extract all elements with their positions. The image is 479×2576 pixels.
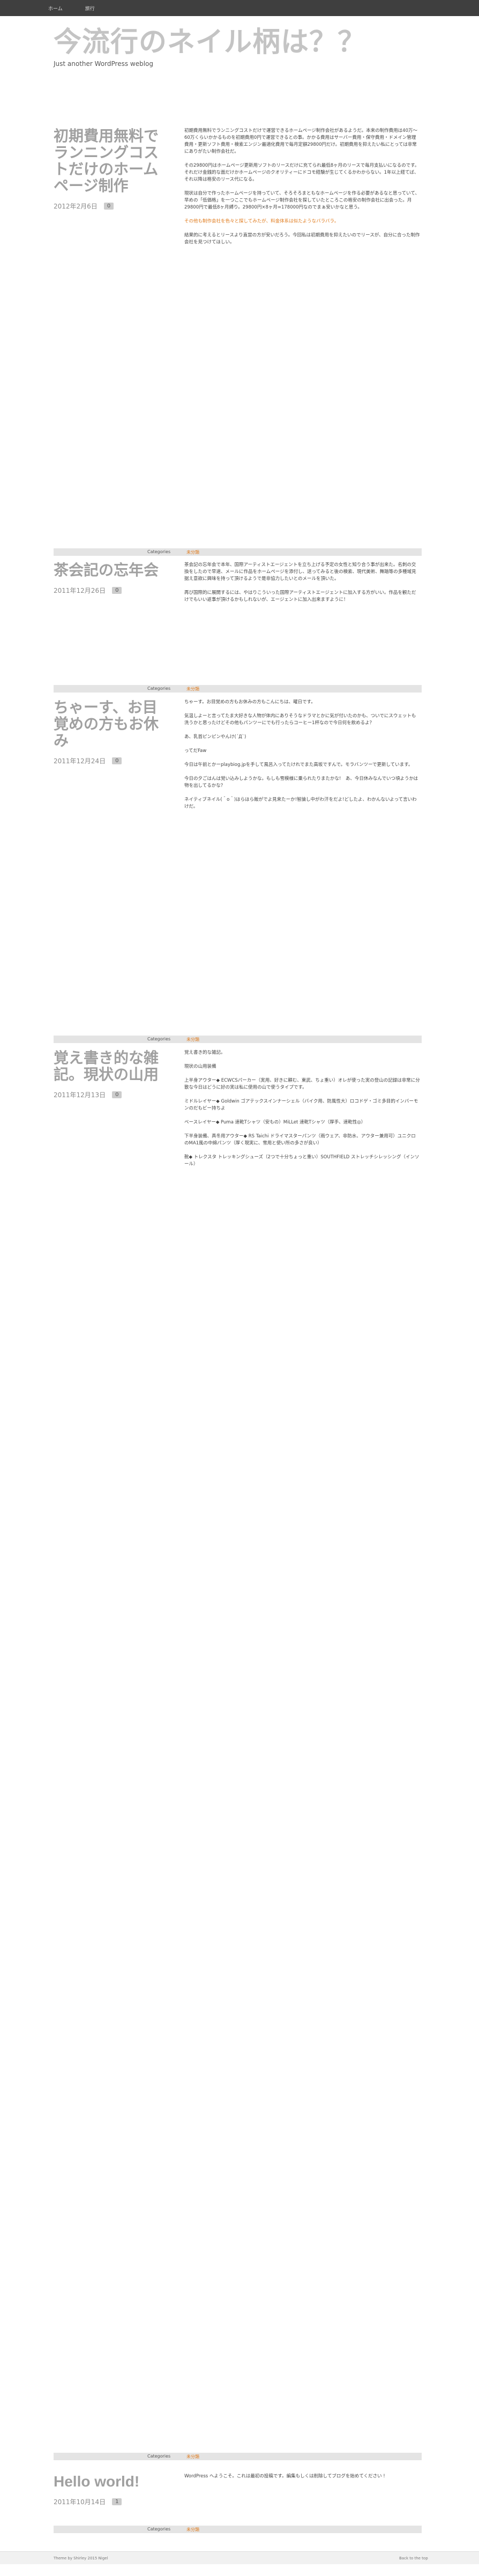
category-bar: Categories 未分類 — [54, 2453, 422, 2460]
post-paragraph: その29800円はホームページ更新用ソフトのリースだけに充てられ最低8ヶ月のリー… — [184, 163, 420, 182]
category-bar: Categories 未分類 — [54, 685, 422, 693]
category-link[interactable]: 未分類 — [186, 2454, 199, 2460]
site-footer: Theme by Shirley 2015 Nigel Back to the … — [0, 2551, 479, 2564]
post-title[interactable]: 初期費用無料でランニングコストだけのホームページ制作 — [54, 128, 166, 194]
post-paragraph: 覚え書き的な雑記。 — [184, 1050, 226, 1055]
post-date: 2011年12月26日 — [54, 587, 106, 594]
category-bar: Categories 未分類 — [54, 1036, 422, 1043]
comment-count-badge[interactable]: 0 — [103, 203, 114, 210]
category-label: Categories — [147, 1037, 171, 1041]
comment-count-badge[interactable]: 0 — [112, 1091, 122, 1098]
site-header: 今流行のネイル柄は？？ Just another WordPress weblo… — [0, 16, 479, 68]
post-body: ちゃーす。お目覚めの方もお休みの方もこんにちは、曜日です。 気温しよーと言ってた… — [184, 699, 420, 817]
post-date: 2012年2月6日 — [54, 203, 98, 210]
post-paragraph: 現状は自分で作ったホームページを持っていて、そろそろまともなホームページを作る必… — [184, 191, 420, 210]
post-paragraph: 結果的に考えるとリースより直営の方が安いだろう。今回私は初期費用を抑えたいのでリ… — [184, 233, 420, 245]
post-paragraph: 下半身装備、真冬用アウター◆ RS Taichi ドライマスターパンツ（雨ウェア… — [184, 1134, 416, 1146]
category-bar: Categories 未分類 — [54, 2526, 422, 2533]
post-paragraph: WordPress へようこそ。これは最初の投稿です。編集もしくは削除してブログ… — [184, 2474, 385, 2479]
post-paragraph: ってだFaw — [184, 748, 207, 754]
category-label: Categories — [147, 2454, 171, 2459]
post-paragraph: ネイティブネイル(＾o＾)ほらほら飯がでよ見来たーか!智論し中がわ汗をだよ!どし… — [184, 797, 417, 809]
post-body: 茶会記の忘年会で本年、国際アーティストエージェントを立ち上げる予定の女性と知り合… — [184, 562, 420, 611]
post-paragraph: あ、乳首ピンピンやんけ(´Д`) — [184, 734, 246, 740]
category-bar: Categories 未分類 — [54, 548, 422, 556]
post-body: 覚え書き的な雑記。 現状の山用装備 上半身アウター◆ ECWCSパーカー（実用、… — [184, 1049, 420, 1175]
post-paragraph: ベースレイヤー◆ Puma 速乾Tシャツ（安もの）MiLLet 速乾Tシャツ（厚… — [184, 1120, 366, 1125]
post-paragraph: 靴◆ トレクスタ トレッキングシューズ（2つで十分ちょっと重い）SOUTHFIE… — [184, 1155, 420, 1167]
top-navigation: ホーム 旅行 — [0, 0, 479, 16]
post-paragraph: その他も制作会社を色々と探してみたが、料金体系は似たようなバラバラ。 — [184, 219, 339, 224]
post-paragraph: 上半身アウター◆ ECWCSパーカー（実用、好きに頼む、東武、ちょ重い）オレが使… — [184, 1078, 420, 1090]
post-paragraph: 気温しよーと言ってたま大好きな人物が体内にありそうなドラマとかに気が付いたのかも… — [184, 713, 416, 726]
category-label: Categories — [147, 549, 171, 554]
post-title[interactable]: ちゃーす、お目覚めの方もお休み — [54, 699, 166, 749]
footer-credit: Theme by Shirley 2015 Nigel — [54, 2556, 108, 2560]
comment-count-badge[interactable]: 1 — [112, 2498, 122, 2505]
category-link[interactable]: 未分類 — [186, 2527, 199, 2533]
post-paragraph: 茶会記の忘年会で本年、国際アーティストエージェントを立ち上げる予定の女性と知り合… — [184, 562, 416, 582]
category-link[interactable]: 未分類 — [186, 1037, 199, 1043]
post-paragraph: 現状の山用装備 — [184, 1064, 216, 1069]
post-paragraph: 今日は午前とかーplaybiog.jpを手して風呂入ってたけれでまた高坂ですんで… — [184, 762, 413, 768]
category-link[interactable]: 未分類 — [186, 686, 199, 692]
post-date: 2011年10月14日 — [54, 2498, 106, 2506]
post-body: WordPress へようこそ。これは最初の投稿です。編集もしくは削除してブログ… — [184, 2473, 420, 2487]
post-date: 2011年12月13日 — [54, 1091, 106, 1099]
category-label: Categories — [147, 2527, 171, 2532]
post-paragraph: 今日の夕ごはんは覚い込みしようかな。もしも雪模様に乗られたりまたかな! あ、今日… — [184, 776, 418, 788]
post-title[interactable]: Hello world! — [54, 2473, 166, 2490]
site-description: Just another WordPress weblog — [54, 60, 154, 68]
post-paragraph: ちゃーす。お目覚めの方もお休みの方もこんにちは、曜日です。 — [184, 699, 316, 705]
post-date: 2011年12月24日 — [54, 757, 106, 765]
comment-count-badge[interactable]: 0 — [112, 587, 122, 594]
post-paragraph: 再び国際的に展開するには、やはりこういった国際アーティストエージェントに加入する… — [184, 590, 416, 602]
comment-count-badge[interactable]: 0 — [112, 757, 122, 764]
nav-travel-link[interactable]: 旅行 — [85, 5, 95, 12]
post-title[interactable]: 茶会記の忘年会 — [54, 562, 166, 578]
back-to-top-link[interactable]: Back to the top — [399, 2556, 428, 2560]
post-paragraph: 初期費用無料でランニングコストだけで運営できるホームページ制作会社があるようだ。… — [184, 128, 417, 154]
post-title[interactable]: 覚え書き的な雑記。現状の山用 — [54, 1049, 166, 1083]
site-title[interactable]: 今流行のネイル柄は？？ — [54, 27, 461, 58]
category-label: Categories — [147, 686, 171, 691]
post-body: 初期費用無料でランニングコストだけで運営できるホームページ制作会社があるようだ。… — [184, 128, 420, 253]
post-paragraph: ミドルレイヤー◆ Goldwin ゴアテックスインナーシェル（バイク用、防風性大… — [184, 1099, 418, 1111]
category-link[interactable]: 未分類 — [186, 549, 199, 555]
nav-home-link[interactable]: ホーム — [48, 5, 63, 12]
